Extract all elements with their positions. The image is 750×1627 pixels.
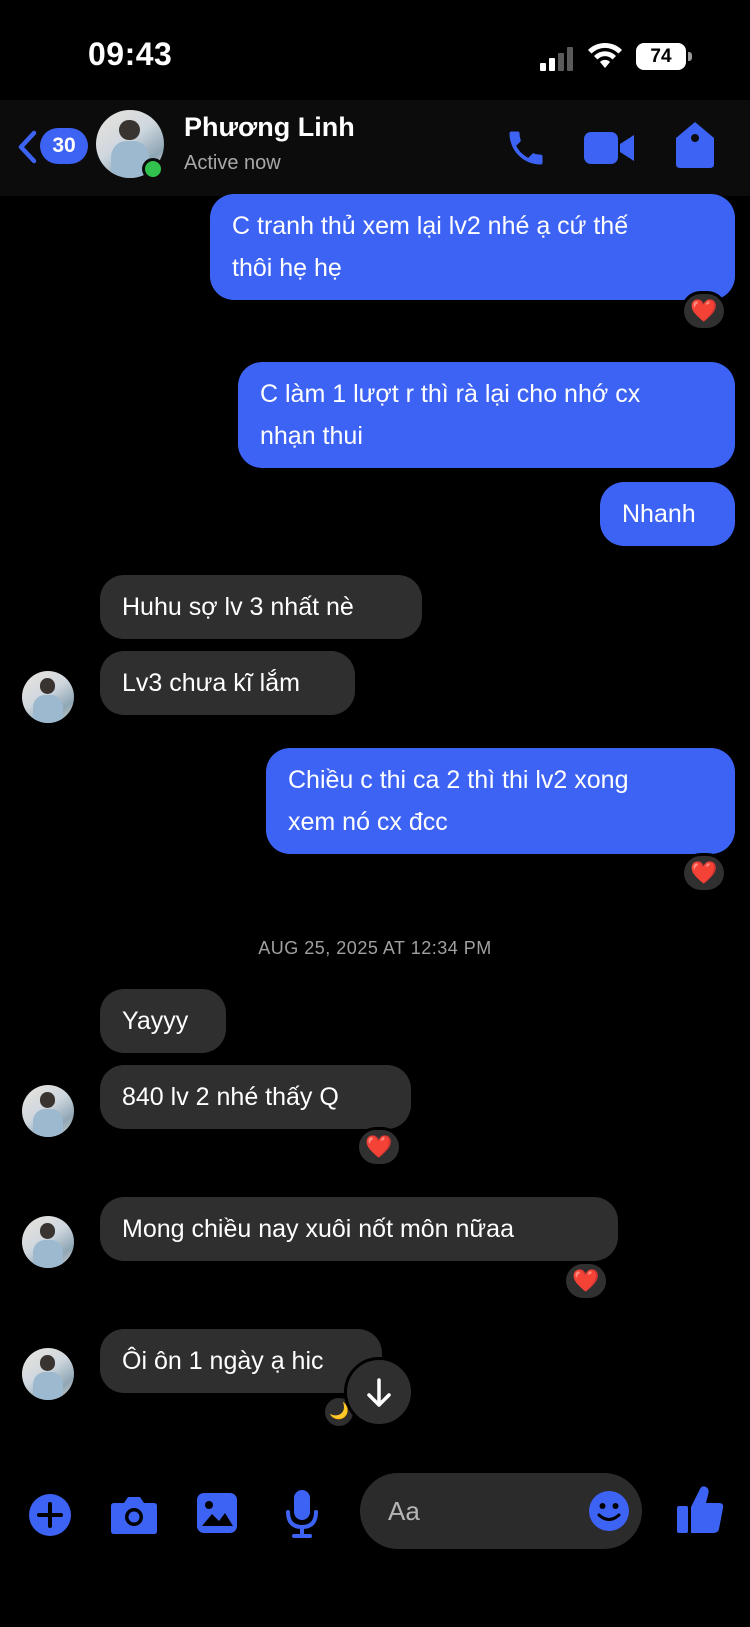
sender-avatar[interactable]: [22, 1216, 74, 1268]
message-composer: Aa: [0, 1455, 750, 1627]
sender-avatar[interactable]: [22, 671, 74, 723]
incoming-message[interactable]: Mong chiều nay xuôi nốt môn nữaa: [100, 1197, 618, 1261]
unread-count-badge: 30: [40, 128, 88, 164]
heart-icon: ❤️: [365, 1134, 393, 1159]
status-bar: 09:43 74: [0, 0, 750, 100]
outgoing-message[interactable]: Chiều c thi ca 2 thì thi lv2 xong xem nó…: [266, 748, 735, 854]
back-button[interactable]: 30: [16, 124, 96, 168]
back-chevron-icon: [18, 130, 37, 164]
contact-active-status: Active now: [184, 152, 281, 174]
heart-icon: ❤️: [690, 860, 718, 885]
arrow-down-icon: [367, 1378, 391, 1407]
incoming-message[interactable]: Huhu sợ lv 3 nhất nè: [100, 575, 422, 639]
video-camera-icon[interactable]: [584, 128, 636, 168]
reaction-badge[interactable]: ❤️: [681, 853, 727, 893]
message-timestamp: AUG 25, 2025 AT 12:34 PM: [258, 938, 492, 958]
emoji-icon[interactable]: [588, 1490, 630, 1532]
incoming-message[interactable]: Lv3 chưa kĩ lắm: [100, 651, 355, 715]
reaction-badge[interactable]: ❤️: [356, 1127, 402, 1167]
online-status-dot: [142, 158, 164, 180]
camera-icon[interactable]: [110, 1495, 158, 1535]
incoming-message[interactable]: Ôi ôn 1 ngày ạ hic: [100, 1329, 382, 1393]
message-input[interactable]: Aa: [360, 1473, 642, 1549]
scroll-to-bottom-button[interactable]: [344, 1357, 414, 1427]
contact-name[interactable]: Phương Linh: [184, 112, 355, 143]
reaction-badge[interactable]: ❤️: [681, 291, 727, 331]
wifi-icon: [588, 42, 622, 68]
info-tag-icon[interactable]: [676, 122, 714, 168]
thumbs-up-icon[interactable]: [676, 1485, 724, 1535]
incoming-message[interactable]: 840 lv 2 nhé thấy Q: [100, 1065, 411, 1129]
outgoing-message[interactable]: C làm 1 lượt r thì rà lại cho nhớ cx nhạ…: [238, 362, 735, 468]
sender-avatar[interactable]: [22, 1085, 74, 1137]
reaction-badge[interactable]: ❤️: [563, 1261, 609, 1301]
plus-icon[interactable]: [28, 1493, 72, 1537]
cellular-signal-icon: [540, 47, 578, 71]
microphone-icon[interactable]: [284, 1489, 320, 1539]
heart-icon: ❤️: [572, 1268, 600, 1293]
message-input-placeholder: Aa: [388, 1496, 420, 1526]
outgoing-message[interactable]: C tranh thủ xem lại lv2 nhé ạ cứ thế thô…: [210, 194, 735, 300]
outgoing-message[interactable]: Nhanh: [600, 482, 735, 546]
chat-header: 30 Phương Linh Active now: [0, 100, 750, 196]
heart-icon: ❤️: [690, 298, 718, 323]
sender-avatar[interactable]: [22, 1348, 74, 1400]
gallery-icon[interactable]: [196, 1492, 238, 1534]
battery-indicator: 74: [636, 43, 692, 70]
incoming-message[interactable]: Yayyy: [100, 989, 226, 1053]
status-time: 09:43: [88, 36, 173, 72]
phone-icon[interactable]: [504, 126, 548, 170]
